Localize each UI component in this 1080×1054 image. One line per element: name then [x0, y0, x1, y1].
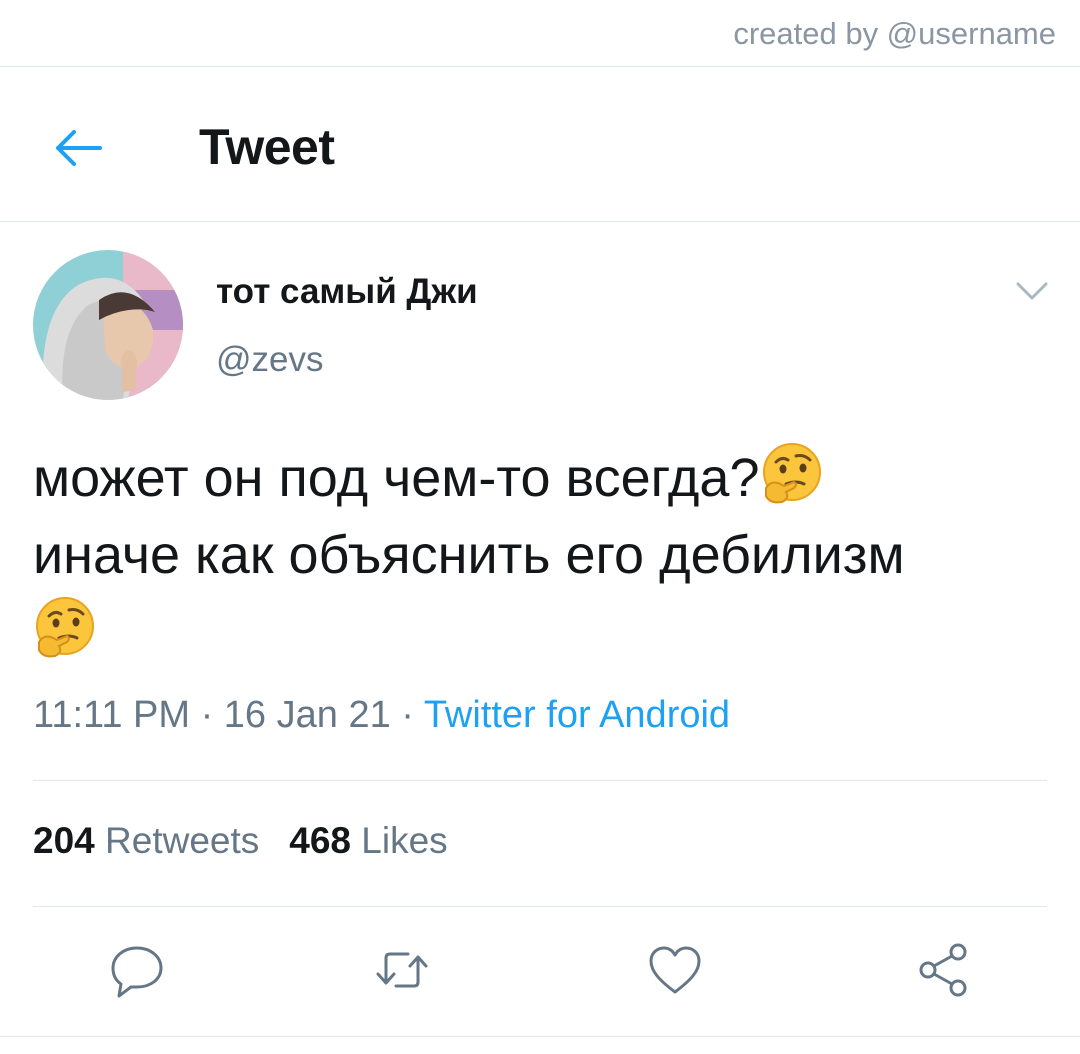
arrow-left-icon	[56, 130, 102, 166]
share-button[interactable]	[914, 940, 974, 1000]
tweet-text-line1: может он под чем-то всегда?	[33, 448, 760, 508]
retweets-count: 204	[33, 820, 95, 861]
top-divider	[0, 66, 1080, 67]
share-icon	[919, 943, 967, 997]
back-button[interactable]	[50, 124, 106, 172]
display-name[interactable]: тот самый Джи	[216, 272, 478, 312]
tweet-time: 11:11 PM	[33, 694, 191, 736]
meta-separator: ·	[401, 694, 414, 736]
user-handle[interactable]: @zevs	[216, 340, 324, 380]
retweets-stat[interactable]: 204 Retweets	[33, 820, 259, 861]
retweet-button[interactable]	[372, 940, 432, 1000]
page-title: Tweet	[199, 119, 335, 175]
likes-label: Likes	[361, 820, 448, 861]
reply-button[interactable]	[107, 940, 167, 1000]
retweets-label: Retweets	[105, 820, 260, 861]
tweet-meta: 11:11 PM · 16 Jan 21 · Twitter for Andro…	[33, 694, 730, 737]
tweet-text: может он под чем-то всегда? иначе как об…	[33, 440, 1053, 671]
chevron-down-icon	[1016, 282, 1048, 300]
like-button[interactable]	[645, 940, 705, 1000]
tweet-text-line2: иначе как объяснить его дебилизм	[33, 525, 905, 585]
tweet-source-link[interactable]: Twitter for Android	[424, 694, 730, 736]
tweet-stats: 204 Retweets 468 Likes	[33, 820, 448, 862]
thinking-face-icon	[760, 442, 824, 506]
likes-stat[interactable]: 468 Likes	[289, 820, 447, 861]
likes-count: 468	[289, 820, 351, 861]
reply-icon	[111, 946, 163, 998]
header-divider	[0, 221, 1080, 222]
tweet-date: 16 Jan 21	[223, 694, 391, 736]
tweet-menu-button[interactable]	[1012, 276, 1052, 306]
watermark: created by @username	[733, 16, 1056, 51]
avatar[interactable]	[33, 250, 183, 400]
stats-divider	[33, 906, 1047, 907]
thinking-face-icon	[33, 596, 97, 660]
retweet-icon	[376, 952, 428, 988]
meta-separator: ·	[200, 694, 214, 736]
meta-divider	[33, 780, 1047, 781]
heart-icon	[649, 946, 701, 994]
bottom-divider	[0, 1036, 1080, 1037]
